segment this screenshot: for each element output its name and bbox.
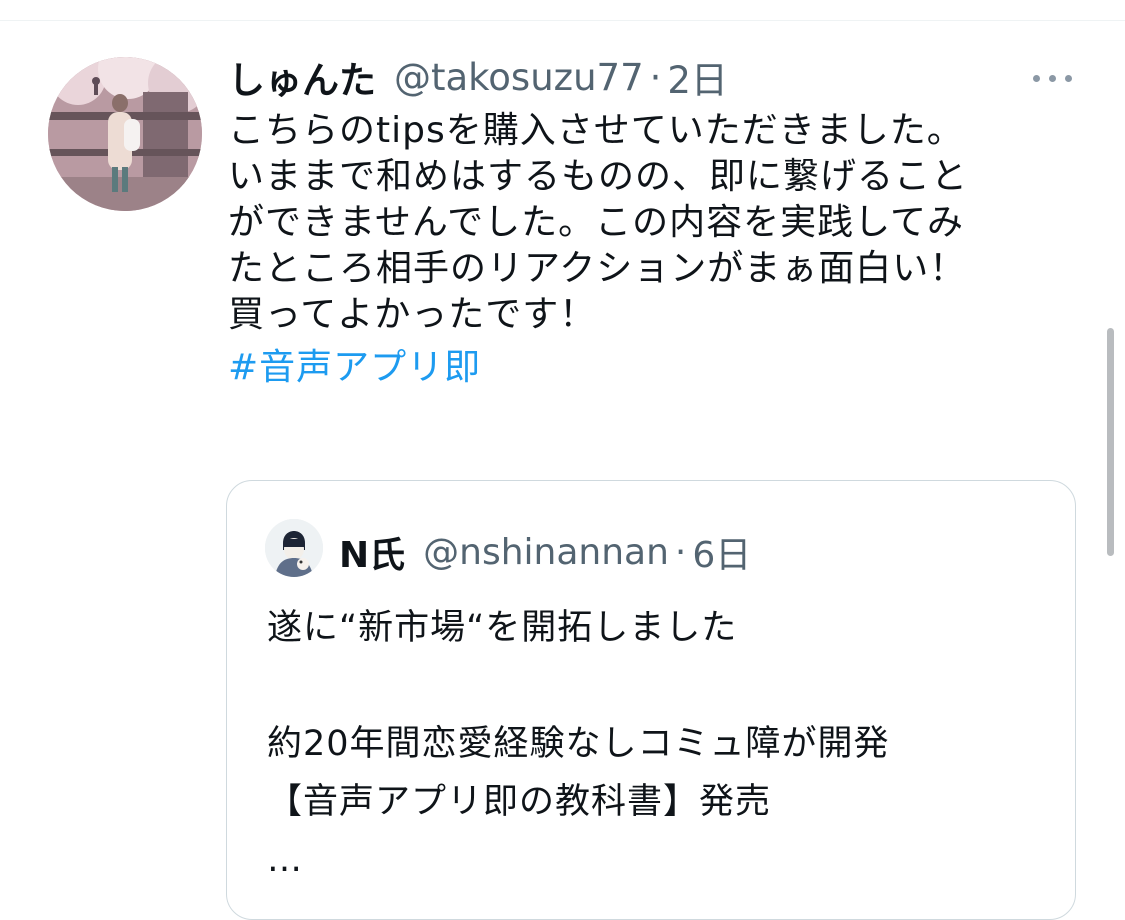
tweet-text-line: いままで和めはするものの、即に繋げること bbox=[228, 156, 969, 197]
more-horizontal-icon[interactable] bbox=[1031, 62, 1075, 92]
author-name[interactable]: しゅんた bbox=[228, 50, 376, 104]
tweet-header: しゅんた @takosuzu77 · 2日 bbox=[228, 50, 1088, 104]
quoted-author-name[interactable]: N氏 bbox=[339, 526, 405, 578]
quoted-tweet-timestamp[interactable]: 6日 bbox=[692, 526, 751, 578]
quoted-text-line: 約20年間恋愛経験なしコミュ障が開発 bbox=[267, 724, 890, 764]
quoted-tweet-card[interactable]: N氏 @nshinannan · 6日 遂に“新市場“を開拓しました 約20年間… bbox=[226, 480, 1076, 920]
quoted-tweet-text: 遂に“新市場“を開拓しました 約20年間恋愛経験なしコミュ障が開発 【音声アプリ… bbox=[267, 599, 890, 889]
quoted-tweet-header: N氏 @nshinannan · 6日 bbox=[339, 526, 751, 578]
author-avatar[interactable] bbox=[48, 57, 202, 211]
tweet-text-line: たところ相手のリアクションがまぁ面白い！ bbox=[228, 248, 967, 289]
scrollbar-thumb[interactable] bbox=[1107, 328, 1114, 556]
top-divider bbox=[0, 20, 1125, 21]
tweet-body: しゅんた @takosuzu77 · 2日 こちらのtipsを購入させていただき… bbox=[228, 52, 1088, 391]
tweet-text-line: こちらのtipsを購入させていただきました。 bbox=[228, 110, 964, 151]
quoted-author-avatar[interactable] bbox=[265, 519, 323, 577]
tweet-text: こちらのtipsを購入させていただきました。 いままで和めはするものの、即に繋げ… bbox=[228, 108, 1088, 391]
separator-dot: · bbox=[674, 531, 687, 573]
quoted-text-line: 【音声アプリ即の教科書】発売 bbox=[267, 782, 772, 822]
quoted-text-line: … bbox=[267, 840, 303, 880]
tweet-timestamp[interactable]: 2日 bbox=[667, 50, 728, 104]
quoted-text-line bbox=[267, 657, 890, 715]
hashtag-link[interactable]: #音声アプリ即 bbox=[228, 345, 1088, 391]
quoted-author-handle[interactable]: @nshinannan bbox=[423, 532, 669, 573]
tweet-text-line: ができませんでした。この内容を実践してみ bbox=[228, 202, 965, 243]
quoted-text-line: 遂に“新市場“を開拓しました bbox=[267, 608, 738, 648]
tweet-text-line: 買ってよかったです！ bbox=[228, 294, 597, 335]
author-handle[interactable]: @takosuzu77 bbox=[394, 56, 644, 99]
separator-dot: · bbox=[649, 55, 662, 99]
